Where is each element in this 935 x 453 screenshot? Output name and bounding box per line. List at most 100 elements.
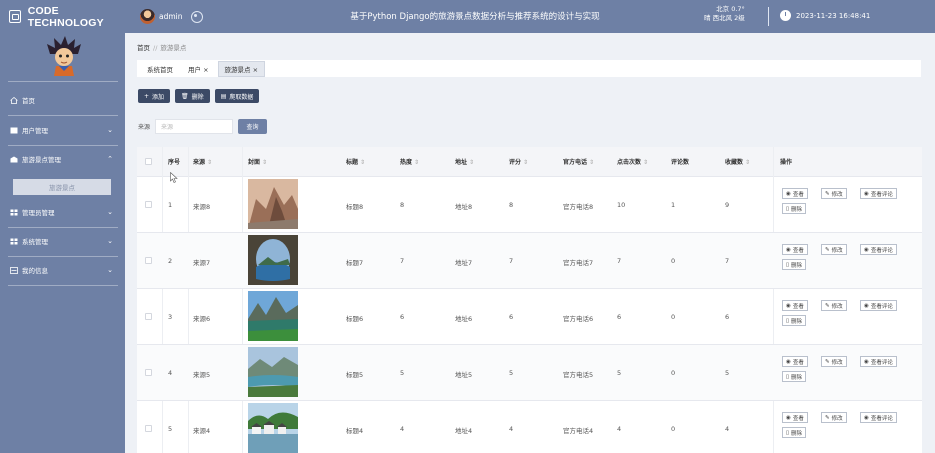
query-button[interactable]: 查询: [238, 119, 268, 134]
edit-button[interactable]: ✎ 修改: [821, 356, 847, 367]
sidebar-subitem-attractions[interactable]: 旅游景点: [13, 179, 111, 195]
cell-title: 标题4: [346, 427, 364, 435]
column-header: 序号: [168, 159, 181, 166]
delete-row-button[interactable]: ▯ 删除: [782, 315, 807, 326]
edit-icon: ✎: [825, 246, 830, 253]
row-checkbox[interactable]: [145, 369, 152, 376]
add-button[interactable]: + 添加: [138, 89, 171, 103]
view-comments-button[interactable]: ◉ 查看评论: [860, 356, 897, 367]
username[interactable]: admin: [159, 12, 183, 21]
table-header: 序号 来源 ⇕ 封面 ⇕ 标题 ⇕ 热度 ⇕ 地址 ⇕ 评分 ⇕ 官方电话 ⇕ 点击次数 ⇕ 评…: [137, 147, 922, 177]
view-comments-button[interactable]: ◉ 查看评论: [860, 300, 897, 311]
eye-icon: ◉: [864, 190, 869, 197]
tab-attractions[interactable]: 旅游景点 ×: [217, 60, 266, 77]
column-header[interactable]: 评分 ⇕: [509, 157, 528, 166]
cell-comments: 0: [671, 369, 676, 377]
settings-icon[interactable]: [190, 10, 203, 23]
column-header[interactable]: 地址 ⇕: [455, 157, 474, 166]
view-comments-button[interactable]: ◉ 查看评论: [860, 244, 897, 255]
edit-label: 修改: [831, 415, 843, 422]
row-checkbox[interactable]: [145, 313, 152, 320]
cell-address: 地址6: [455, 315, 473, 323]
cell-address: 地址4: [455, 427, 473, 435]
cover-image: [248, 291, 298, 341]
edit-button[interactable]: ✎ 修改: [821, 300, 847, 311]
chevron-down-icon: ⌄: [107, 266, 113, 274]
view-button[interactable]: ◉ 查看: [782, 412, 808, 423]
column-header: 评论数: [671, 159, 690, 166]
sort-icon: ⇕: [745, 159, 751, 166]
row-checkbox[interactable]: [145, 201, 152, 208]
view-button[interactable]: ◉ 查看: [782, 244, 808, 255]
sidebar-item-attraction-management[interactable]: 旅游景点管理 ⌃: [0, 150, 125, 168]
delete-label: 删除: [791, 318, 803, 325]
edit-icon: ✎: [825, 358, 830, 365]
view-comments-button[interactable]: ◉ 查看评论: [860, 412, 897, 423]
view-button[interactable]: ◉ 查看: [782, 300, 808, 311]
column-header[interactable]: 来源 ⇕: [193, 157, 212, 166]
delete-row-button[interactable]: ▯ 删除: [782, 259, 807, 270]
edit-button[interactable]: ✎ 修改: [821, 188, 847, 199]
column-header[interactable]: 封面 ⇕: [248, 157, 267, 166]
sort-icon: ⇕: [414, 159, 420, 166]
weather-widget: 北京 0.7° 晴 西北风 2级: [704, 5, 745, 23]
column-header[interactable]: 点击次数 ⇕: [617, 157, 648, 166]
crawl-data-button[interactable]: ▤ 爬取数据: [214, 89, 260, 103]
sidebar: 首页 用户管理 ⌄ 旅游景点管理 ⌃ 旅游景点 管理员管理 ⌄ 系统管理 ⌄ 我…: [0, 33, 125, 453]
cell-address: 地址8: [455, 203, 473, 211]
sort-icon: ⇕: [469, 159, 475, 166]
sidebar-item-admin-management[interactable]: 管理员管理 ⌄: [0, 203, 125, 221]
column-header[interactable]: 热度 ⇕: [400, 157, 419, 166]
delete-row-button[interactable]: ▯ 删除: [782, 203, 807, 214]
cover-image: [248, 403, 298, 453]
delete-row-button[interactable]: ▯ 删除: [782, 371, 807, 382]
cell-source: 来源8: [193, 203, 211, 211]
view-comments-button[interactable]: ◉ 查看评论: [860, 188, 897, 199]
column-header[interactable]: 收藏数 ⇕: [725, 157, 750, 166]
delete-button[interactable]: 🗑 删除: [175, 89, 210, 103]
comments-label: 查看评论: [870, 359, 893, 366]
row-checkbox[interactable]: [145, 257, 152, 264]
cell-index: 5: [168, 425, 173, 433]
chevron-down-icon: ⌄: [107, 237, 113, 245]
breadcrumb-home[interactable]: 首页: [137, 44, 150, 52]
user-menu[interactable]: admin: [140, 9, 203, 24]
edit-label: 修改: [831, 191, 843, 198]
close-icon[interactable]: ×: [203, 66, 208, 74]
tab-system-home[interactable]: 系统首页: [141, 62, 179, 76]
edit-button[interactable]: ✎ 修改: [821, 244, 847, 255]
tab-label: 用户: [188, 65, 201, 74]
row-checkbox[interactable]: [145, 425, 152, 432]
table-row: 5 来源4 标题4 4 地址4 4 官方电话4 4 0 4 ◉ 查看 ✎ 修改 ◉ 查看评论 ▯ 删除: [137, 401, 922, 453]
building-icon: [10, 156, 18, 162]
close-icon[interactable]: ×: [253, 66, 258, 74]
tab-users[interactable]: 用户 ×: [182, 62, 215, 76]
sort-icon: ⇕: [643, 159, 649, 166]
avatar[interactable]: [140, 9, 155, 24]
cell-source: 来源5: [193, 371, 211, 379]
sidebar-divider: [8, 256, 118, 257]
cell-phone: 官方电话6: [563, 315, 594, 323]
sidebar-item-user-management[interactable]: 用户管理 ⌄: [0, 121, 125, 139]
cell-comments: 1: [671, 201, 676, 209]
source-search-input[interactable]: 来源: [155, 119, 234, 134]
sidebar-item-home[interactable]: 首页: [0, 91, 125, 109]
weather-temp: 北京 0.7°: [716, 5, 745, 13]
column-header[interactable]: 标题 ⇕: [346, 157, 365, 166]
cell-title: 标题7: [346, 259, 364, 267]
cell-favorites: 6: [725, 313, 730, 321]
cell-index: 1: [168, 201, 173, 209]
view-button[interactable]: ◉ 查看: [782, 356, 808, 367]
select-all-checkbox[interactable]: [145, 158, 152, 165]
sidebar-item-system-management[interactable]: 系统管理 ⌄: [0, 232, 125, 250]
edit-button[interactable]: ✎ 修改: [821, 412, 847, 423]
sidebar-divider: [8, 145, 118, 146]
view-button[interactable]: ◉ 查看: [782, 188, 808, 199]
edit-label: 修改: [831, 359, 843, 366]
trash-icon: 🗑: [181, 92, 189, 100]
cell-comments: 0: [671, 257, 676, 265]
column-header[interactable]: 官方电话 ⇕: [563, 157, 594, 166]
sidebar-item-my-info[interactable]: 我的信息 ⌄: [0, 261, 125, 279]
delete-row-button[interactable]: ▯ 删除: [782, 427, 807, 438]
weather-desc: 晴 西北风 2级: [704, 14, 745, 22]
